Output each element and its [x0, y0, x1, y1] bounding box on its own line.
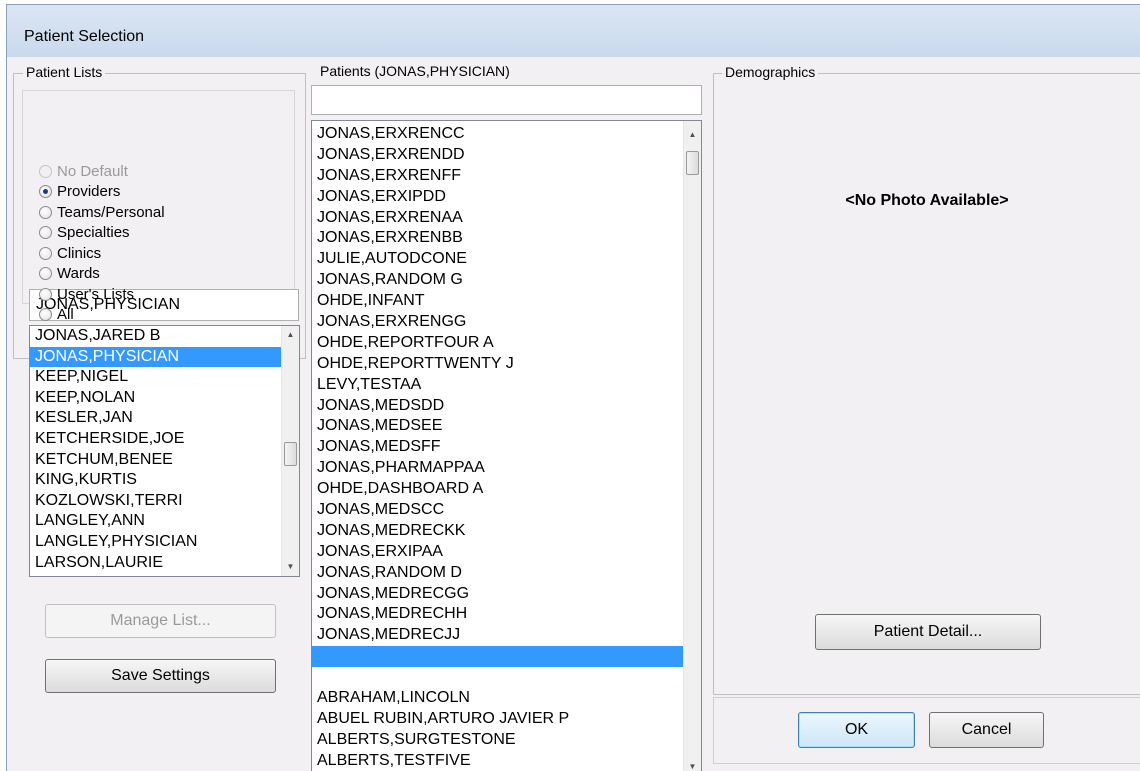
provider-list-item[interactable]: JONAS,PHYSICIAN — [30, 346, 281, 368]
provider-list-item[interactable]: KOZLOWSKI,TERRI — [30, 491, 281, 512]
provider-list-item[interactable]: KETCHUM,BENEE — [30, 450, 281, 471]
provider-list-scroll-thumb[interactable] — [284, 442, 297, 466]
patient-list-item[interactable]: JONAS,MEDRECHH — [312, 604, 683, 625]
patient-list-item[interactable]: JONAS,ERXRENCC — [312, 124, 683, 145]
scroll-up-arrow-icon[interactable]: ▲ — [684, 126, 701, 144]
scroll-down-arrow-icon[interactable]: ▼ — [282, 558, 299, 576]
patient-list-item[interactable]: JONAS,ERXRENDD — [312, 145, 683, 166]
title-bar[interactable]: Patient Selection — [7, 5, 1140, 57]
patients-listbox[interactable]: JONAS,ERXRENCC JONAS,ERXRENDD JONAS,ERXREN… — [311, 120, 702, 771]
radio-user-s-lists[interactable]: User's Lists — [39, 284, 134, 304]
patient-list-item[interactable]: JONAS,ERXRENGG — [312, 312, 683, 333]
provider-list-item[interactable]: KEEP,NOLAN — [30, 388, 281, 409]
radio-button-icon[interactable] — [39, 226, 52, 239]
radio-clinics[interactable]: Clinics — [39, 243, 101, 263]
patient-list-item[interactable]: JONAS,MEDRECJJ — [312, 625, 683, 646]
provider-list-item[interactable]: KEEP,NIGEL — [30, 367, 281, 388]
patient-list-item[interactable]: JONAS,ERXRENFF — [312, 166, 683, 187]
radio-specialties[interactable]: Specialties — [39, 223, 130, 243]
scroll-down-arrow-icon[interactable]: ▼ — [684, 758, 701, 771]
provider-list-item[interactable]: JONAS,JARED B — [30, 326, 281, 347]
patient-list-item[interactable]: JONAS,RANDOM G — [312, 270, 683, 291]
patient-list-item[interactable]: OHDE,DASHBOARD A — [312, 479, 683, 500]
patient-list-item[interactable]: JONAS,ERXRENAA — [312, 208, 683, 229]
demographics-legend: Demographics — [722, 64, 819, 80]
demographics-group: Demographics <No Photo Available> Patien… — [713, 64, 1140, 695]
patient-list-item[interactable]: JONAS,MEDSDD — [312, 396, 683, 417]
provider-list-item[interactable]: KESLER,JAN — [30, 408, 281, 429]
patient-detail-button[interactable]: Patient Detail... — [815, 614, 1041, 650]
radio-providers[interactable]: Providers — [39, 182, 120, 202]
provider-list-item[interactable]: LANGLEY,PHYSICIAN — [30, 532, 281, 553]
dialog-button-panel: OK Cancel — [713, 697, 1140, 764]
patient-list-item[interactable]: JONAS,RANDOM D — [312, 563, 683, 584]
patient-list-item[interactable] — [312, 667, 683, 688]
patient-list-items: JONAS,ERXRENCC JONAS,ERXRENDD JONAS,ERXREN… — [312, 124, 683, 771]
patient-lists-legend: Patient Lists — [23, 64, 106, 80]
patient-list-item[interactable]: ALBERTS,SURGTESTONE — [312, 730, 683, 751]
radio-label: Teams/Personal — [57, 203, 165, 221]
patient-list-item[interactable]: JONAS,MEDSCC — [312, 500, 683, 521]
patients-legend: Patients (JONAS,PHYSICIAN) — [317, 63, 513, 79]
patient-list-item[interactable]: JULIE,AUTODCONE — [312, 249, 683, 270]
patient-list-item[interactable]: JONAS,ERXRENBB — [312, 228, 683, 249]
patient-list-item[interactable]: ABUEL RUBIN,ARTURO JAVIER P — [312, 709, 683, 730]
patient-photo-placeholder: <No Photo Available> — [845, 192, 1009, 209]
radio-button-icon[interactable] — [39, 205, 52, 219]
radio-label: User's Lists — [57, 285, 135, 303]
patient-list-item[interactable]: JONAS,ERXIPAA — [312, 542, 683, 563]
patient-list-item[interactable] — [312, 646, 683, 668]
provider-list-item[interactable]: LARSON,LAURIE — [30, 553, 281, 574]
radio-button-icon[interactable] — [39, 287, 52, 301]
radio-all[interactable]: All — [39, 305, 74, 325]
radio-label: Wards — [57, 265, 100, 282]
patient-selection-window: Patient Selection Patient Lists JONAS,PH… — [6, 4, 1140, 771]
patients-list-scrollbar[interactable]: ▲ ▼ — [683, 121, 701, 771]
provider-list-item[interactable]: LEES,ALLI — [30, 573, 281, 576]
cancel-button[interactable]: Cancel — [929, 712, 1044, 748]
provider-list-item[interactable]: KETCHERSIDE,JOE — [30, 429, 281, 450]
radio-label: Providers — [57, 183, 121, 200]
radio-label: All — [57, 306, 74, 323]
radio-label: Clinics — [57, 244, 102, 262]
radio-button-icon — [39, 164, 52, 178]
radio-wards[interactable]: Wards — [39, 264, 100, 284]
patient-list-item[interactable]: ALBERTS,TESTFIVE — [312, 751, 683, 771]
patient-list-item[interactable]: ABRAHAM,LINCOLN — [312, 688, 683, 709]
patient-list-item[interactable]: JONAS,MEDSFF — [312, 437, 683, 458]
dialog-client-area: Patient Lists JONAS,PHYSICIAN JONAS,JARE… — [7, 57, 1140, 771]
provider-list-item[interactable]: LANGLEY,ANN — [30, 511, 281, 532]
radio-teams-personal[interactable]: Teams/Personal — [39, 202, 165, 222]
manage-list-button[interactable]: Manage List... — [45, 604, 276, 638]
radio-button-icon[interactable] — [39, 267, 52, 280]
patient-list-item[interactable]: JONAS,MEDRECGG — [312, 584, 683, 605]
patient-list-item[interactable]: JONAS,MEDRECKK — [312, 521, 683, 542]
patient-list-item[interactable]: JONAS,ERXIPDD — [312, 187, 683, 208]
patient-list-item[interactable]: OHDE,REPORTTWENTY J — [312, 354, 683, 375]
patient-list-item[interactable]: OHDE,REPORTFOUR A — [312, 333, 683, 354]
patient-list-item[interactable]: JONAS,MEDSEE — [312, 416, 683, 437]
provider-listbox[interactable]: JONAS,JARED B JONAS,PHYSICIAN KEEP,NIGEL KE… — [29, 325, 300, 577]
radio-button-icon[interactable] — [39, 246, 52, 260]
provider-list-item[interactable]: KING,KURTIS — [30, 470, 281, 491]
patient-list-item[interactable]: LEVY,TESTAA — [312, 375, 683, 396]
patient-list-item[interactable]: OHDE,INFANT — [312, 291, 683, 312]
scroll-up-arrow-icon[interactable]: ▲ — [282, 326, 299, 344]
radio-button-icon[interactable] — [39, 308, 52, 321]
radio-label: No Default — [57, 162, 128, 180]
radio-button-icon[interactable] — [39, 185, 52, 198]
radio-label: Specialties — [57, 224, 130, 241]
radio-no-default: No Default — [39, 161, 128, 181]
patient-search-input[interactable] — [311, 85, 702, 115]
provider-list-scrollbar[interactable]: ▲ ▼ — [281, 326, 299, 576]
window-title: Patient Selection — [24, 28, 145, 45]
ok-button[interactable]: OK — [798, 712, 915, 748]
patient-list-item[interactable]: JONAS,PHARMAPPAA — [312, 458, 683, 479]
patients-list-scroll-thumb[interactable] — [686, 151, 699, 175]
provider-list-items: JONAS,JARED B JONAS,PHYSICIAN KEEP,NIGEL KE… — [30, 326, 281, 576]
save-settings-button[interactable]: Save Settings — [45, 659, 276, 693]
